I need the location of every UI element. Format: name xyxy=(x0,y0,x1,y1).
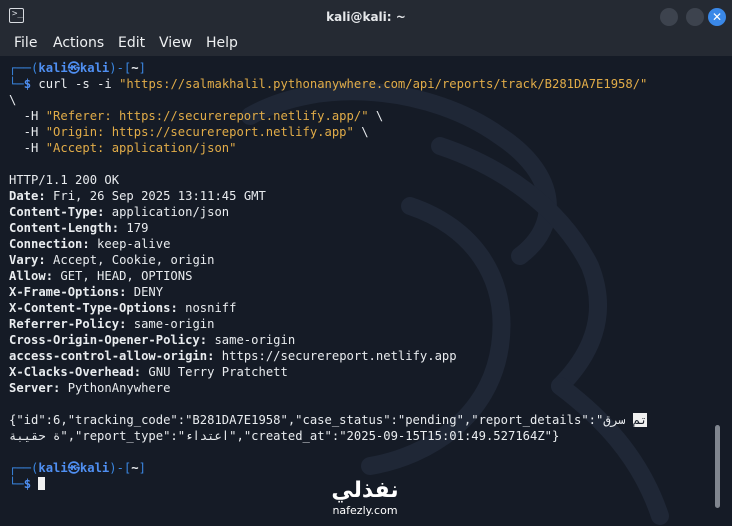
command-continuation: \ xyxy=(9,93,17,107)
watermark-url: nafezly.com xyxy=(332,504,398,517)
response-header: Referrer-Policy: same-origin xyxy=(9,317,215,331)
nafezly-watermark: نفذلي nafezly.com xyxy=(318,478,412,518)
close-icon[interactable]: ✕ xyxy=(708,8,726,26)
response-header: Server: PythonAnywhere xyxy=(9,381,171,395)
maximize-icon[interactable] xyxy=(686,8,704,26)
response-body-line: ة حقيبة","report_type":"اعتداء","created… xyxy=(9,429,560,443)
response-header: Date: Fri, 26 Sep 2025 13:11:45 GMT xyxy=(9,189,266,203)
response-header: Cross-Origin-Opener-Policy: same-origin xyxy=(9,333,296,347)
response-header: X-Content-Type-Options: nosniff xyxy=(9,301,237,315)
response-header: X-Clacks-Overhead: GNU Terry Pratchett xyxy=(9,365,288,379)
response-body-line: {"id":6,"tracking_code":"B281DA7E1958","… xyxy=(9,413,648,427)
terminal-output[interactable]: ┌──(kali㉿kali)-[~] └─$ curl -s -i "https… xyxy=(0,56,732,526)
command-line: └─$ curl -s -i "https://salmakhalil.pyth… xyxy=(9,77,648,91)
response-header: X-Frame-Options: DENY xyxy=(9,285,164,299)
text-cursor xyxy=(38,477,46,490)
menu-help[interactable]: Help xyxy=(206,35,238,51)
scrollbar[interactable] xyxy=(715,425,720,508)
response-header: Connection: keep-alive xyxy=(9,237,171,251)
command-header-line: -H "Referer: https://securereport.netlif… xyxy=(9,109,384,123)
window-title: kali@kali: ~ xyxy=(326,10,406,24)
response-header: Content-Type: application/json xyxy=(9,205,230,219)
minimize-icon[interactable] xyxy=(660,8,678,26)
response-header: Vary: Accept, Cookie, origin xyxy=(9,253,215,267)
command-header-line: -H "Origin: https://securereport.netlify… xyxy=(9,125,369,139)
http-status-line: HTTP/1.1 200 OK xyxy=(9,173,120,187)
response-header: Allow: GET, HEAD, OPTIONS xyxy=(9,269,193,283)
prompt-line-top: ┌──(kali㉿kali)-[~] xyxy=(9,61,146,75)
command-header-line: -H "Accept: application/json" xyxy=(9,141,237,155)
menu-file[interactable]: File xyxy=(14,35,37,51)
menu-actions[interactable]: Actions xyxy=(53,35,104,51)
title-bar: >_ kali@kali: ~ ✕ xyxy=(0,0,732,34)
menu-edit[interactable]: Edit xyxy=(118,35,145,51)
prompt-line-top: ┌──(kali㉿kali)-[~] xyxy=(9,461,146,475)
response-header: Content-Length: 179 xyxy=(9,221,149,235)
watermark-logo: نفذلي xyxy=(331,478,399,503)
menu-bar: File Actions Edit View Help xyxy=(0,34,732,56)
menu-view[interactable]: View xyxy=(159,35,192,51)
response-header: access-control-allow-origin: https://sec… xyxy=(9,349,457,363)
input-line[interactable]: └─$ xyxy=(9,476,46,492)
